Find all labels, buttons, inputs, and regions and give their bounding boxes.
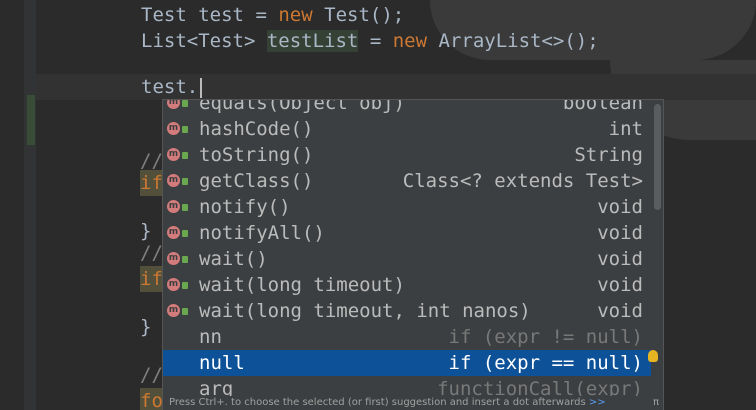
completion-item-type: void — [597, 196, 643, 218]
public-lock-icon — [182, 282, 188, 289]
completion-item-type: void — [597, 300, 643, 322]
completion-item[interactable]: m notify() void — [163, 194, 651, 220]
gutter — [24, 0, 36, 410]
completion-item-name: equals(Object obj) — [199, 99, 405, 114]
public-lock-icon — [182, 308, 188, 315]
completion-item[interactable]: nn if (expr != null) — [163, 324, 651, 350]
code-fragment: if — [140, 170, 163, 196]
code-line-1[interactable]: Test test = new Test(); — [141, 2, 404, 28]
completion-item[interactable]: m wait(long timeout, int nanos) void — [163, 298, 651, 324]
change-marker — [27, 95, 35, 145]
pi-icon[interactable]: π — [653, 396, 659, 410]
completion-item-name: notifyAll() — [199, 222, 325, 244]
completion-item-type: void — [597, 222, 643, 244]
completion-item[interactable]: m hashCode() int — [163, 116, 651, 142]
completion-item-name: nn — [199, 326, 222, 348]
public-lock-icon — [182, 100, 188, 107]
completion-hint: Press Ctrl+. to choose the selected (or … — [163, 396, 663, 410]
completion-item-type: String — [574, 144, 643, 166]
method-icon: m — [167, 100, 180, 109]
code-line-2[interactable]: List<Test> testList = new ArrayList<>(); — [141, 28, 599, 54]
code-fragment: fo — [140, 388, 163, 410]
code-fragment: // — [140, 364, 163, 386]
code-fragment: if — [140, 266, 163, 292]
completion-item[interactable]: m equals(Object obj) boolean — [163, 99, 651, 116]
method-icon: m — [167, 304, 180, 317]
lightbulb-icon[interactable] — [648, 350, 658, 362]
completion-item-name: notify() — [199, 196, 291, 218]
completion-item[interactable]: m notifyAll() void — [163, 220, 651, 246]
code-line-current[interactable]: test. — [141, 74, 198, 100]
hint-text: Press Ctrl+. to choose the selected (or … — [169, 397, 586, 408]
method-icon: m — [167, 252, 180, 265]
completion-item-name: wait(long timeout) — [199, 274, 405, 296]
completion-item[interactable]: m toString() String — [163, 142, 651, 168]
public-lock-icon — [182, 256, 188, 263]
method-icon: m — [167, 148, 180, 161]
completion-item-name: getClass() — [199, 170, 314, 192]
completion-item-type: if (expr != null) — [448, 326, 643, 348]
completion-item-name: wait(long timeout, int nanos) — [199, 300, 531, 322]
completion-item-type: int — [608, 118, 643, 140]
code-fragment: // — [140, 242, 163, 264]
completion-item[interactable]: m wait(long timeout) void — [163, 272, 651, 298]
code-fragment: } — [140, 316, 152, 338]
method-icon: m — [167, 122, 180, 135]
completion-item-name: hashCode() — [199, 118, 314, 140]
completion-popup[interactable]: m equals(Object obj) boolean m hashCode() int… — [162, 99, 664, 410]
completion-item-type: if (expr == null) — [448, 352, 643, 374]
completion-item[interactable]: null if (expr == null) — [163, 350, 651, 376]
public-lock-icon — [182, 152, 188, 159]
completion-item-name: wait() — [199, 248, 268, 270]
method-icon: m — [167, 226, 180, 239]
completion-item-type: Class<? extends Test> — [402, 170, 643, 192]
public-lock-icon — [182, 204, 188, 211]
completion-item-name: toString() — [199, 144, 314, 166]
completion-item-name: null — [199, 352, 245, 374]
completion-item[interactable]: m getClass() Class<? extends Test> — [163, 168, 651, 194]
method-icon: m — [167, 200, 180, 213]
public-lock-icon — [182, 126, 188, 133]
public-lock-icon — [182, 230, 188, 237]
completion-item-type: void — [597, 274, 643, 296]
method-icon: m — [167, 278, 180, 291]
completion-item-type: boolean — [562, 99, 643, 114]
public-lock-icon — [182, 178, 188, 185]
text-caret — [200, 78, 202, 98]
completion-item[interactable]: m wait() void — [163, 246, 651, 272]
completion-item-type: void — [597, 248, 643, 270]
completion-scrollbar[interactable] — [654, 104, 661, 210]
method-icon: m — [167, 174, 180, 187]
code-editor[interactable]: Test test = new Test(); List<Test> testL… — [0, 0, 756, 410]
hint-more-link[interactable]: >> — [589, 397, 606, 408]
